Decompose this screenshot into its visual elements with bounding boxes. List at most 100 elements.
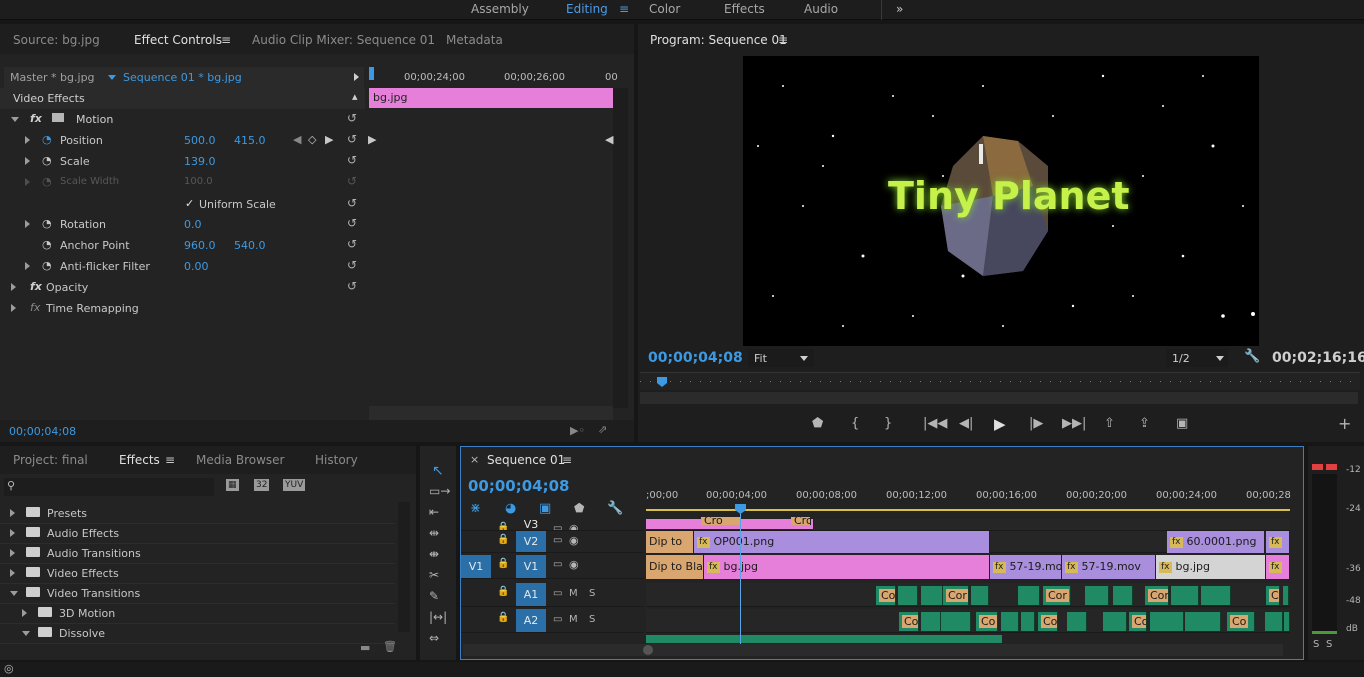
ripple-edit-icon[interactable]: ⇤	[429, 505, 439, 519]
timeline-clip[interactable]: fx	[1266, 555, 1290, 579]
meter-clip-left[interactable]	[1312, 464, 1323, 470]
sync-lock-icon[interactable]: ▭	[553, 588, 562, 599]
go-to-out-icon[interactable]: ▶▶|	[1062, 416, 1086, 431]
fx-icon[interactable]: fx	[30, 280, 42, 293]
reset-icon[interactable]: ↺	[347, 216, 357, 230]
pen-icon[interactable]: ✎	[429, 589, 439, 603]
step-forward-icon[interactable]: |▶	[1029, 416, 1043, 431]
chevron-down-icon[interactable]	[108, 75, 116, 80]
mute-button[interactable]: M	[569, 614, 578, 625]
reset-icon[interactable]: ↺	[347, 258, 357, 272]
rate-stretch-icon[interactable]: ⇼	[429, 547, 439, 561]
workspace-editing[interactable]: Editing	[566, 2, 608, 16]
effects-tree-item[interactable]: Video Effects	[0, 564, 395, 584]
chevron-right-icon[interactable]	[10, 509, 15, 517]
audio-clip[interactable]	[1171, 586, 1199, 605]
meter-clip-right[interactable]	[1326, 464, 1337, 470]
program-ruler[interactable]	[640, 372, 1360, 390]
resolution-dropdown[interactable]: 1/2	[1166, 349, 1228, 367]
timeline-clip[interactable]: fx	[1266, 531, 1290, 553]
solo-right-button[interactable]: S	[1326, 639, 1332, 650]
effects-tree-item[interactable]: Video Transitions	[0, 584, 395, 604]
audio-clip[interactable]	[1103, 612, 1127, 631]
scrollbar[interactable]	[398, 502, 410, 632]
audio-clip[interactable]	[1284, 612, 1290, 631]
audio-clip[interactable]	[1018, 586, 1040, 605]
audio-clip[interactable]: Cor	[1145, 586, 1169, 605]
track-target[interactable]: V3	[516, 519, 546, 530]
motion-icon[interactable]	[52, 113, 64, 122]
scroll-handle[interactable]	[643, 645, 653, 655]
wrench-icon[interactable]: 🔧	[1244, 349, 1260, 364]
sync-lock-icon[interactable]: ▭	[553, 559, 562, 570]
chevron-right-icon[interactable]	[10, 549, 15, 557]
sequence-tab[interactable]: Sequence 01	[487, 453, 565, 467]
effects-tree-item[interactable]: Audio Transitions	[0, 544, 395, 564]
stopwatch-icon[interactable]: ◔	[42, 217, 52, 230]
more-workspaces-icon[interactable]: »	[896, 2, 903, 16]
timeline-clip[interactable]: Cro	[701, 517, 741, 525]
lock-icon[interactable]: 🔒	[497, 534, 509, 545]
reset-icon[interactable]: ↺	[347, 196, 357, 210]
tab-source[interactable]: Source: bg.jpg	[13, 33, 100, 47]
wrench-icon[interactable]: 🔧	[607, 501, 623, 516]
track-select-icon[interactable]: ▭→	[429, 484, 450, 498]
audio-clip[interactable]	[1085, 586, 1109, 605]
anchor-x-value[interactable]: 960.0	[184, 239, 216, 252]
workspace-assembly[interactable]: Assembly	[471, 2, 529, 16]
audio-clip[interactable]	[1265, 612, 1283, 631]
mark-out-icon[interactable]: }	[884, 416, 892, 431]
play-audio-icon[interactable]: ▶◦	[570, 424, 585, 437]
snap-icon[interactable]: ⋇	[470, 501, 481, 516]
expand-icon[interactable]	[11, 304, 16, 312]
scale-value[interactable]: 139.0	[184, 155, 216, 168]
lock-icon[interactable]: 🔒	[497, 558, 509, 569]
panel-menu-icon[interactable]: ≡	[165, 453, 175, 467]
timeline-clip[interactable]: fxbg.jpg	[1156, 555, 1266, 579]
razor-icon[interactable]: ✂	[429, 568, 439, 582]
next-keyframe-icon[interactable]: ▶	[325, 133, 333, 146]
tab-metadata[interactable]: Metadata	[446, 33, 503, 47]
video-frame[interactable]: Tiny Planet	[743, 56, 1259, 346]
yuv-effects-icon[interactable]: YUV	[283, 479, 306, 491]
effects-search-input[interactable]: ⚲	[4, 478, 214, 496]
timeline-clip[interactable]: fx OP001.png	[694, 531, 990, 553]
expand-icon[interactable]	[25, 136, 30, 144]
timeline-clip[interactable]: fx 57-19.mov	[1062, 555, 1156, 579]
reset-icon[interactable]: ↺	[347, 132, 357, 146]
panel-menu-icon[interactable]: ≡	[221, 33, 231, 47]
audio-clip[interactable]: Cor	[1266, 586, 1280, 605]
audio-clip[interactable]	[1067, 612, 1087, 631]
slip-icon[interactable]: |↔|	[429, 610, 447, 624]
solo-left-button[interactable]: S	[1313, 639, 1319, 650]
slide-icon[interactable]: ⇔	[429, 631, 439, 645]
expand-icon[interactable]	[25, 157, 30, 165]
tab-effect-controls[interactable]: Effect Controls	[134, 33, 222, 47]
audio-clip[interactable]	[941, 612, 971, 631]
audio-clip[interactable]: Co	[976, 612, 998, 631]
lift-icon[interactable]: ⇧	[1104, 416, 1115, 431]
sequence-clip-label[interactable]: Sequence 01 * bg.jpg	[123, 71, 242, 84]
step-back-icon[interactable]: ◀|	[959, 416, 973, 431]
program-zoom-bar[interactable]	[640, 392, 1358, 404]
solo-button[interactable]: S	[589, 588, 595, 599]
audio-clip[interactable]: Co	[899, 612, 919, 631]
program-title[interactable]: Program: Sequence 01	[650, 33, 787, 47]
timeline-clip[interactable]: Dip to Bla	[646, 555, 704, 579]
position-x-value[interactable]: 500.0	[184, 134, 216, 147]
ec-clip-bar[interactable]: bg.jpg	[369, 88, 613, 108]
marker-icon[interactable]: ⬟	[574, 501, 584, 515]
audio-clip[interactable]	[971, 586, 989, 605]
tab-history[interactable]: History	[315, 453, 358, 467]
audio-clip[interactable]	[646, 635, 1002, 643]
audio-clip[interactable]	[1201, 586, 1231, 605]
accelerated-effects-icon[interactable]: ▦	[226, 479, 239, 491]
fit-dropdown[interactable]: Fit	[748, 349, 814, 367]
menu-icon[interactable]: ≡	[619, 2, 629, 16]
audio-clip[interactable]: Co	[1129, 612, 1147, 631]
track-target[interactable]: A1	[516, 583, 546, 606]
audio-clip[interactable]	[1113, 586, 1133, 605]
source-patch[interactable]: V1	[461, 555, 491, 578]
reset-icon[interactable]: ↺	[347, 153, 357, 167]
audio-clip[interactable]	[921, 586, 943, 605]
